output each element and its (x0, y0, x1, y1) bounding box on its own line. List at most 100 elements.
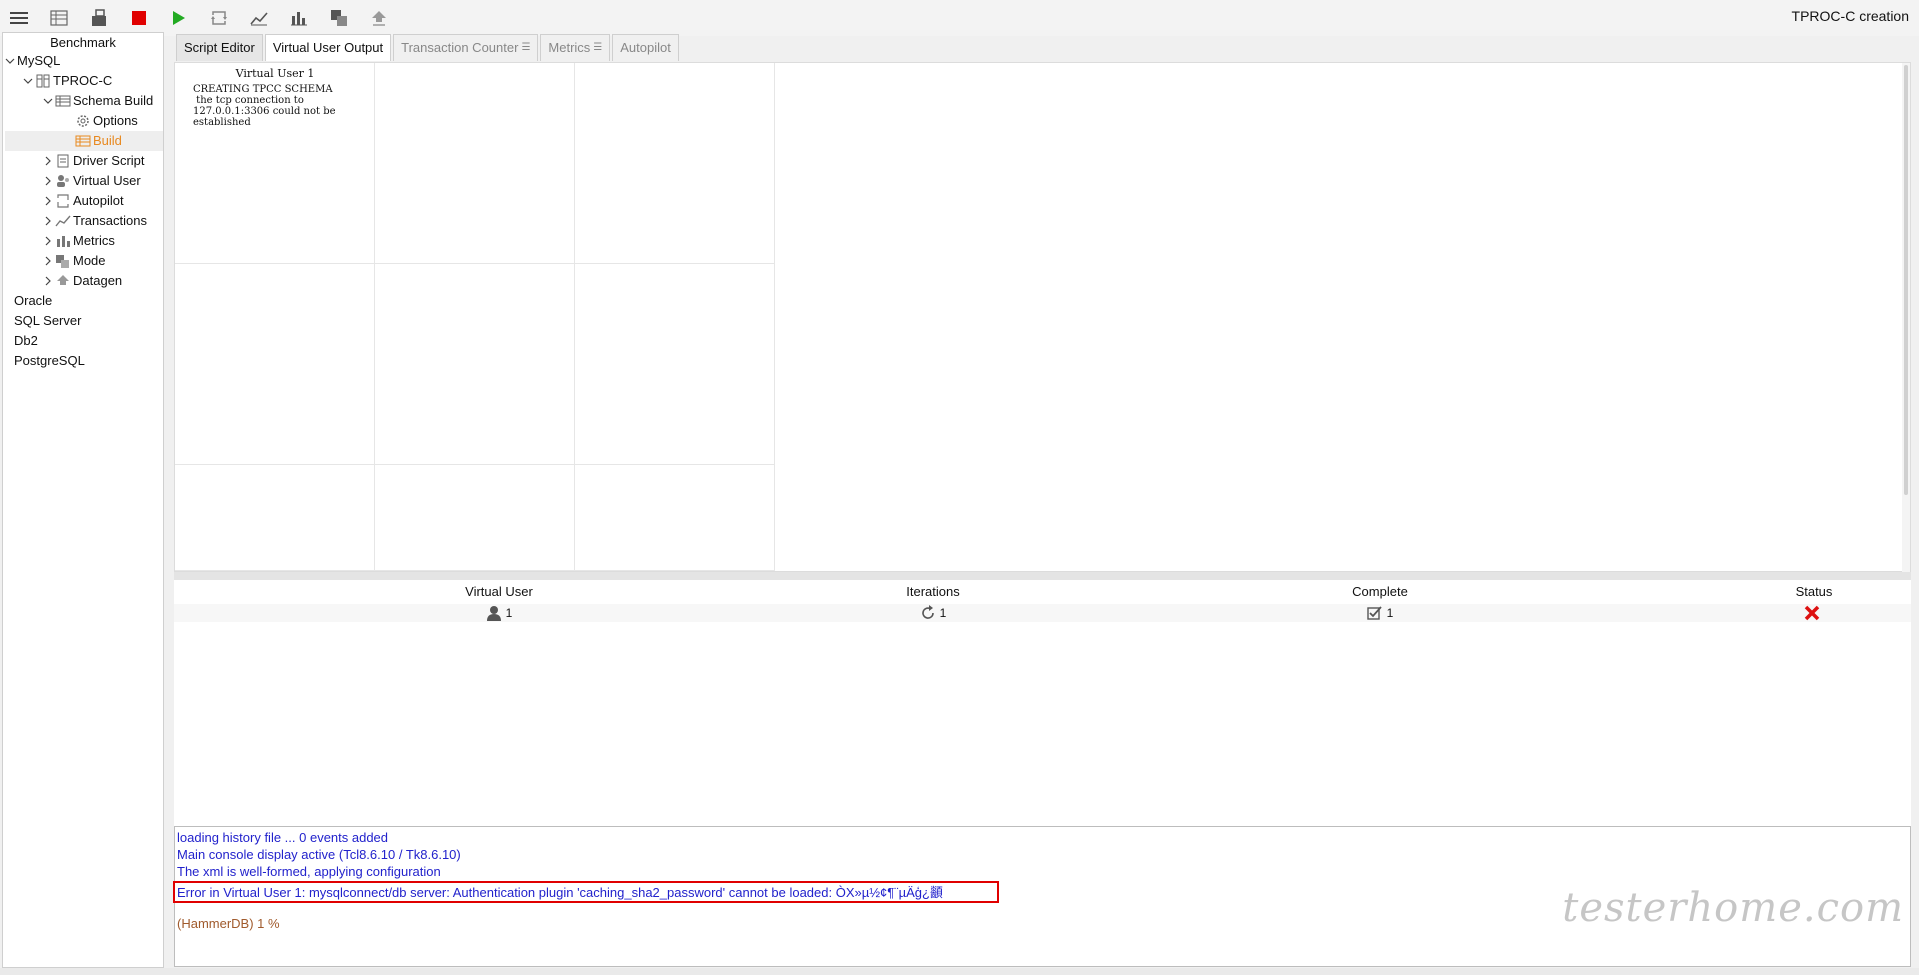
tree-label: Autopilot (73, 193, 124, 208)
chevron-down-icon[interactable] (43, 96, 53, 106)
vu-output-cell (175, 465, 375, 571)
autopilot-icon[interactable] (206, 6, 232, 30)
watermark: testerhome.com (1562, 885, 1904, 931)
tab-label: Virtual User Output (272, 40, 384, 55)
virtual-user-status-table: Virtual User Iterations Complete Status … (174, 580, 1911, 826)
tree-item-virtual-user[interactable]: Virtual User (43, 171, 141, 191)
datagen-icon (57, 275, 69, 285)
tree-header: Benchmark (50, 35, 116, 50)
menu-icon[interactable] (6, 6, 32, 30)
cell-status (1714, 604, 1914, 622)
tab-transaction-counter[interactable]: Transaction Counter ☰ (393, 34, 539, 61)
table-row[interactable]: 1 1 1 (174, 604, 1911, 622)
tree-item-sql-server[interactable]: SQL Server (14, 311, 81, 331)
benchmark-icon[interactable] (46, 6, 72, 30)
cell-value: 1 (939, 606, 947, 620)
cell-complete: 1 (1280, 604, 1480, 622)
scrollbar-thumb[interactable] (1904, 65, 1908, 495)
status-bar (0, 968, 1919, 975)
tab-virtual-user-output[interactable]: Virtual User Output (264, 34, 392, 61)
tab-label: Metrics (548, 40, 591, 55)
virtual-user-output-grid: Virtual User 1 CREATING TPCC SCHEMA the … (174, 62, 1911, 573)
tree-label: Datagen (73, 273, 123, 288)
chevron-right-icon[interactable] (43, 176, 53, 186)
transactions-icon[interactable] (246, 6, 272, 30)
vu-output-cell (375, 465, 575, 571)
vu-output-cell (575, 264, 775, 465)
header-virtual-user: Virtual User (465, 584, 533, 599)
header-status: Status (1795, 584, 1833, 599)
tree-item-mysql[interactable]: MySQL (5, 51, 60, 71)
tree-label: MySQL (17, 53, 61, 68)
vu-output-cell (575, 63, 775, 264)
tree-label: SQL Server (14, 313, 82, 328)
chevron-right-icon[interactable] (43, 216, 53, 226)
chevron-down-icon[interactable] (5, 56, 15, 66)
mode-icon (56, 255, 69, 268)
script-icon (57, 154, 69, 168)
metrics-icon[interactable] (286, 6, 312, 30)
chevron-right-icon[interactable] (43, 256, 53, 266)
build-table-icon (75, 135, 91, 147)
tab-script-editor[interactable]: Script Editor (176, 34, 263, 61)
tree-label: Virtual User (73, 173, 141, 188)
tree-label: Schema Build (73, 93, 154, 108)
tree-item-db2[interactable]: Db2 (14, 331, 38, 351)
run-icon[interactable] (166, 6, 192, 30)
tree-item-transactions[interactable]: Transactions (43, 211, 147, 231)
tree-item-postgresql[interactable]: PostgreSQL (14, 351, 85, 371)
console-prompt[interactable]: (HammerDB) 1 % (177, 916, 280, 931)
tree-item-driver-script[interactable]: Driver Script (43, 151, 145, 171)
datagen-icon[interactable] (366, 6, 392, 30)
line-chart-icon (55, 215, 71, 227)
stop-icon[interactable] (126, 6, 152, 30)
tree-item-oracle[interactable]: Oracle (14, 291, 52, 311)
tree-item-metrics[interactable]: Metrics (43, 231, 115, 251)
tree-label: Options (93, 113, 138, 128)
vu-output-cell (575, 465, 775, 571)
tab-autopilot[interactable]: Autopilot (612, 34, 679, 61)
tab-metrics[interactable]: Metrics ☰ (540, 34, 611, 61)
vu-output-cell-1: Virtual User 1 CREATING TPCC SCHEMA the … (175, 63, 375, 264)
chevron-right-icon[interactable] (43, 156, 53, 166)
pane-splitter[interactable] (174, 572, 1911, 580)
window-title: TPROC-C creation (1791, 8, 1909, 24)
chevron-right-icon[interactable] (43, 276, 53, 286)
cell-iterations: 1 (833, 604, 1033, 622)
gear-icon (77, 115, 89, 127)
console-error-line: Error in Virtual User 1: mysqlconnect/db… (177, 885, 943, 900)
vu-output-log: CREATING TPCC SCHEMA the tcp connection … (193, 84, 336, 128)
main-console[interactable]: loading history file ... 0 events added … (173, 826, 1911, 967)
tree-item-build[interactable]: Build (5, 131, 163, 151)
toolbar: TPROC-C creation (0, 0, 1919, 36)
vu-output-cell (175, 264, 375, 465)
tab-label: Autopilot (620, 40, 671, 55)
tree-item-schema-build[interactable]: Schema Build (43, 91, 153, 111)
tree-item-autopilot[interactable]: Autopilot (43, 191, 124, 211)
header-iterations: Iterations (906, 584, 960, 599)
cell-virtual-user: 1 (399, 604, 599, 622)
tree-item-options[interactable]: Options (75, 111, 138, 131)
mode-icon[interactable] (326, 6, 352, 30)
refresh-icon (921, 605, 934, 619)
bar-chart-icon (57, 236, 70, 247)
tab-menu-icon[interactable]: ☰ (593, 35, 602, 61)
tree-item-mode[interactable]: Mode (43, 251, 106, 271)
users-icon (57, 175, 69, 187)
schema-build-icon[interactable] (86, 6, 112, 30)
autopilot-icon (57, 194, 69, 208)
tab-menu-icon[interactable]: ☰ (521, 35, 530, 61)
checkbox-checked-icon (1366, 606, 1382, 620)
benchmark-tree: Benchmark MySQL TPROC-C Schema Build Opt… (2, 32, 164, 968)
tree-item-tproc-c[interactable]: TPROC-C (23, 71, 112, 91)
tree-label: Metrics (73, 233, 115, 248)
user-icon (486, 606, 501, 621)
output-scrollbar[interactable] (1902, 63, 1910, 573)
chevron-right-icon[interactable] (43, 196, 53, 206)
chevron-down-icon[interactable] (23, 76, 33, 86)
chevron-right-icon[interactable] (43, 236, 53, 246)
tree-item-datagen[interactable]: Datagen (43, 271, 122, 291)
tree-label: TPROC-C (53, 73, 113, 88)
vu-output-title: Virtual User 1 (235, 67, 315, 80)
table-icon (55, 95, 71, 107)
